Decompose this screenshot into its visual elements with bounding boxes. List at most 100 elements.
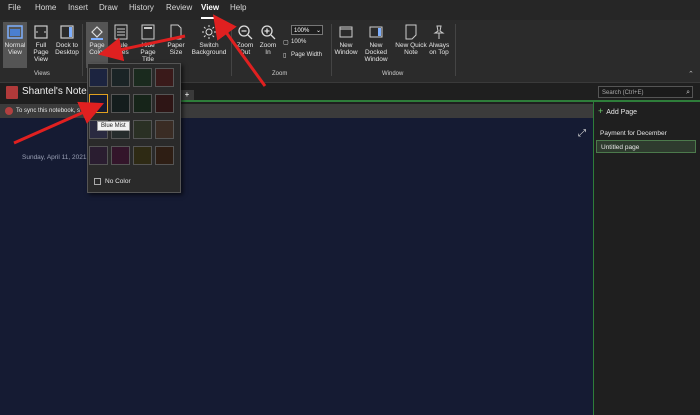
color-swatch[interactable]	[111, 68, 130, 87]
full-page-view-label: Full Page View	[33, 42, 49, 63]
new-quick-note-button[interactable]: New Quick Note	[395, 22, 427, 68]
full-page-view-icon	[34, 25, 48, 39]
color-swatch[interactable]	[89, 68, 108, 87]
normal-view-icon	[7, 25, 23, 39]
note-date: Sunday, April 11, 2021	[22, 154, 87, 161]
new-window-label: New Window	[334, 42, 358, 56]
search-placeholder: Search (Ctrl+E)	[602, 90, 644, 96]
section-tab-underline	[178, 100, 598, 102]
switch-background-button[interactable]: Switch Background	[190, 22, 228, 68]
full-page-view-button[interactable]: Full Page View	[28, 22, 54, 68]
zoom-out-button[interactable]: Zoom Out	[234, 22, 256, 68]
new-window-button[interactable]: New Window	[334, 22, 358, 68]
color-swatch[interactable]	[133, 94, 152, 113]
color-swatch[interactable]	[155, 120, 174, 139]
menu-review[interactable]: Review	[166, 3, 192, 12]
color-swatch[interactable]	[133, 120, 152, 139]
paper-size-label: Paper Size	[167, 42, 185, 56]
hide-title-icon	[141, 24, 155, 40]
hide-page-title-label: Hide Page Title	[140, 42, 156, 63]
add-page-button[interactable]: + Add Page	[598, 106, 637, 116]
menu-insert[interactable]: Insert	[68, 3, 88, 12]
add-page-label: Add Page	[606, 109, 638, 116]
paper-size-button[interactable]: Paper Size	[164, 22, 188, 68]
zoom-group-label: Zoom	[272, 71, 288, 77]
page-color-button[interactable]: Page Color	[86, 22, 108, 68]
dock-to-desktop-label: Dock to Desktop	[55, 42, 79, 56]
sync-message: To sync this notebook, s	[16, 108, 81, 114]
page-width-icon: ▯	[283, 53, 287, 59]
search-input[interactable]: Search (Ctrl+E) ⌕	[598, 86, 693, 98]
menu-file[interactable]: File	[8, 3, 21, 12]
sync-warning-icon	[5, 107, 13, 115]
search-icon: ⌕	[686, 89, 690, 96]
menu-bar: File Home Insert Draw History Review Vie…	[0, 0, 700, 20]
pin-icon	[433, 25, 445, 39]
group-separator	[331, 24, 332, 76]
zoom-out-label: Zoom Out	[236, 42, 254, 56]
swatch-tooltip: Blue Mist	[97, 121, 130, 131]
no-color-option[interactable]: No Color	[105, 178, 131, 185]
notebook-icon	[6, 86, 18, 99]
zoom-in-label: Zoom In	[259, 42, 277, 56]
page-color-label: Page Color	[89, 42, 105, 56]
zoom-100-button[interactable]: 100%	[291, 39, 306, 45]
zoom-level-value: 100%	[294, 28, 310, 34]
zoom-level-select[interactable]: 100% ⌄	[291, 25, 323, 35]
hide-page-title-button[interactable]: Hide Page Title	[134, 22, 162, 68]
page-item-payment[interactable]: Payment for December	[596, 127, 696, 140]
menu-draw[interactable]: Draw	[99, 3, 118, 12]
add-section-button[interactable]: +	[180, 90, 194, 100]
quick-note-icon	[405, 24, 417, 40]
paper-size-icon	[170, 24, 182, 40]
group-separator	[231, 24, 232, 76]
collapse-ribbon-icon[interactable]: ⌃	[688, 70, 694, 78]
page-item-untitled[interactable]: Untitled page	[596, 140, 696, 153]
group-separator	[455, 24, 456, 76]
window-group-label: Window	[382, 71, 404, 77]
menu-view[interactable]: View	[201, 3, 219, 12]
expand-icon[interactable]: ⤢	[578, 128, 586, 139]
notebook-title[interactable]: Shantel's Notel	[22, 86, 89, 97]
color-swatch[interactable]	[133, 146, 152, 165]
no-color-checkbox[interactable]	[94, 178, 101, 185]
menu-history[interactable]: History	[129, 3, 154, 12]
zoom-out-icon	[238, 25, 253, 40]
color-swatch[interactable]	[155, 94, 174, 113]
always-on-top-button[interactable]: Always on Top	[427, 22, 451, 68]
zoom-in-icon	[261, 25, 276, 40]
color-swatch[interactable]	[89, 94, 108, 113]
rule-lines-icon	[114, 24, 128, 40]
normal-view-button[interactable]: Normal View	[3, 22, 27, 68]
always-on-top-label: Always on Top	[428, 42, 450, 56]
normal-view-label: Normal View	[4, 42, 26, 56]
menu-home[interactable]: Home	[35, 3, 56, 12]
active-tab-indicator	[201, 17, 216, 19]
page-width-button[interactable]: Page Width	[291, 52, 322, 58]
rule-lines-label: Rule Lines	[113, 42, 129, 56]
zoom-100-icon: ▢	[283, 40, 289, 46]
docked-window-icon	[369, 26, 383, 38]
color-swatch[interactable]	[111, 146, 130, 165]
new-quick-note-label: New Quick Note	[395, 42, 427, 56]
color-swatch[interactable]	[155, 68, 174, 87]
dock-icon	[60, 25, 74, 39]
new-docked-window-label: New Docked Window	[364, 42, 388, 63]
zoom-in-button[interactable]: Zoom In	[257, 22, 279, 68]
color-swatch[interactable]	[89, 146, 108, 165]
new-window-icon	[339, 26, 353, 38]
views-group-label: Views	[34, 71, 50, 77]
sun-icon	[202, 25, 216, 39]
switch-background-label: Switch Background	[191, 42, 227, 56]
color-swatch[interactable]	[155, 146, 174, 165]
color-swatch[interactable]	[133, 68, 152, 87]
group-separator	[82, 24, 83, 76]
menu-help[interactable]: Help	[230, 3, 246, 12]
chevron-down-icon: ⌄	[315, 28, 321, 34]
rule-lines-button[interactable]: Rule Lines	[110, 22, 132, 68]
plus-icon: +	[598, 106, 604, 116]
new-docked-window-button[interactable]: New Docked Window	[358, 22, 394, 68]
paint-bucket-icon	[91, 26, 103, 40]
color-swatch[interactable]	[111, 94, 130, 113]
dock-to-desktop-button[interactable]: Dock to Desktop	[54, 22, 80, 68]
